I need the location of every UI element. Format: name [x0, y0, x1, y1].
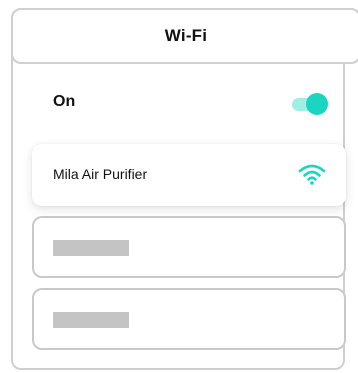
page-title: Wi-Fi [164, 26, 208, 45]
network-name: Mila Air Purifier [53, 166, 148, 182]
loading-placeholder-bar [53, 312, 129, 328]
wifi-icon [297, 162, 327, 186]
wifi-toggle-row: On [53, 88, 333, 120]
toggle-knob [306, 93, 328, 115]
network-item-mila-air-purifier[interactable]: Mila Air Purifier [32, 144, 346, 206]
wifi-toggle-switch[interactable] [290, 93, 328, 115]
loading-placeholder-bar [53, 240, 129, 256]
network-placeholder-row [32, 288, 346, 350]
wifi-header: Wi-Fi [11, 8, 358, 64]
network-placeholder-row [32, 216, 346, 278]
wifi-toggle-label: On [53, 93, 76, 110]
